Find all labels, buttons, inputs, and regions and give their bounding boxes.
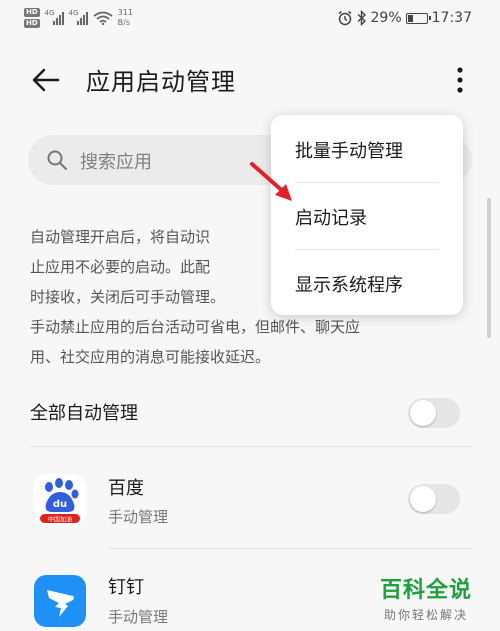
speed-unit: B/s [117, 18, 131, 27]
all-auto-manage-toggle[interactable] [408, 398, 460, 428]
menu-item-launch-records[interactable]: 启动记录 [295, 204, 367, 230]
divider [108, 548, 472, 549]
baidu-toggle[interactable] [408, 484, 460, 514]
watermark: 百科全说 助你轻松解决 [380, 572, 472, 623]
battery-icon [405, 12, 431, 24]
app-status: 手动管理 [108, 608, 169, 626]
signal-1-icon: 4G [44, 9, 64, 25]
baidu-app-icon: du 中国加油 [34, 474, 86, 526]
dingtalk-app-icon [34, 575, 86, 627]
app-name: 钉钉 [108, 577, 144, 598]
description-line: 用、社交应用的消息可能接收延迟。 [30, 348, 271, 366]
page-title: 应用启动管理 [86, 68, 236, 96]
baidu-icon-badge: 中国加油 [48, 516, 72, 524]
search-icon [47, 150, 67, 170]
status-bar: HD HD 4G 4G 311 B/s 29% 17:37 [0, 0, 500, 42]
wifi-icon [93, 11, 113, 25]
menu-divider [295, 249, 439, 250]
speed-value: 311 [117, 8, 133, 17]
menu-item-batch-manual[interactable]: 批量手动管理 [295, 137, 403, 163]
annotation-arrow-icon [250, 162, 292, 201]
bluetooth-icon [357, 10, 366, 26]
status-left: HD HD 4G 4G 311 B/s [24, 8, 133, 28]
status-time: 17:37 [431, 10, 472, 26]
network-type-2: 4G [68, 9, 79, 17]
network-type-1: 4G [44, 9, 55, 17]
search-placeholder: 搜索应用 [80, 152, 152, 173]
network-speed: 311 B/s [118, 8, 133, 28]
status-right: 29% 17:37 [337, 10, 472, 26]
app-name: 百度 [108, 478, 144, 499]
divider [30, 446, 472, 447]
more-options-icon[interactable] [450, 64, 470, 96]
app-status: 手动管理 [108, 508, 169, 526]
all-auto-manage-label: 全部自动管理 [30, 403, 138, 424]
baidu-icon-text: du [53, 499, 67, 510]
hd-badge-1: HD [24, 8, 40, 17]
battery-level [407, 14, 414, 22]
hd-indicators: HD HD [24, 8, 40, 28]
alarm-icon [338, 10, 351, 26]
overflow-menu: 批量手动管理 启动记录 显示系统程序 [271, 115, 463, 315]
watermark-main: 百科全说 [380, 578, 473, 603]
description-line: 手动禁止应用的后台活动可省电，但邮件、聊天应 [30, 318, 361, 336]
menu-item-show-system-apps[interactable]: 显示系统程序 [295, 271, 403, 297]
signal-2-icon: 4G [68, 9, 88, 25]
watermark-sub: 助你轻松解决 [384, 608, 469, 622]
menu-divider [295, 182, 439, 183]
back-arrow-icon[interactable] [30, 64, 62, 96]
scrollbar[interactable] [487, 198, 491, 338]
hd-badge-2: HD [24, 19, 40, 28]
battery-percent: 29% [370, 10, 402, 26]
